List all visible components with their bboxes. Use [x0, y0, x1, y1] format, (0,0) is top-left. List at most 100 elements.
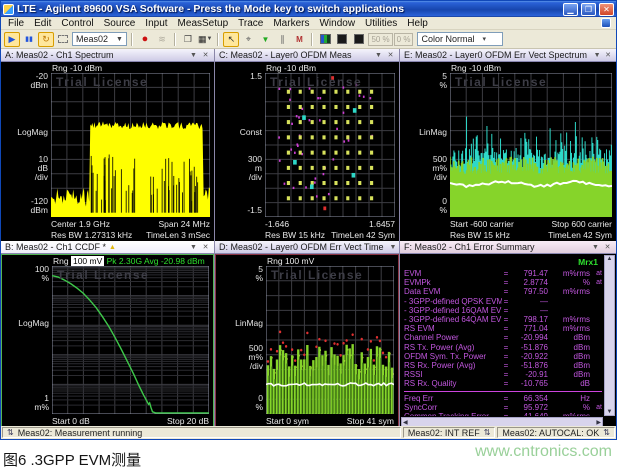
zoom-50-box: 50 % — [368, 33, 392, 46]
panel-menu-icon[interactable]: ▼ — [591, 244, 600, 251]
panel-e-plot[interactable]: Rng -10 dBm 5 % LinMag 500 m% /div 0 % T… — [400, 62, 616, 241]
menu-item-edit[interactable]: Edit — [29, 18, 56, 29]
palette-dark2-button[interactable] — [351, 32, 367, 47]
y-axis-scale-label: LinMag — [400, 128, 447, 137]
ccdf-trace-svg — [52, 266, 209, 414]
resbw-label: Res BW 1.27313 kHz — [51, 230, 132, 240]
plot-grid-area — [51, 73, 210, 217]
range-readout: Rng 100 mV Pk 2.30G Avg -20.98 dBm — [53, 256, 205, 266]
y-axis-bottom-label: 0 % — [400, 197, 447, 215]
panel-d-plot[interactable]: Rng 100 mV 5 % LinMag 500 m% /div 0 % Tr… — [215, 254, 399, 428]
minimize-button[interactable]: ▁ — [563, 3, 578, 16]
pointer-tool-button[interactable]: ↖ — [223, 32, 239, 47]
palette-dark-button[interactable] — [334, 32, 350, 47]
menu-item-trace[interactable]: Trace — [233, 18, 268, 29]
scroll-down-icon[interactable]: ▼ — [607, 409, 613, 415]
color-bars-button[interactable] — [317, 32, 333, 47]
summary-row: RS Rx. Power (Avg)=-51.876dBm — [404, 361, 602, 370]
summary-cell: m%rms — [548, 324, 590, 333]
band-markers-button[interactable]: ∥ — [274, 32, 290, 47]
panel-menu-icon[interactable]: ▼ — [189, 244, 198, 251]
layout-stack-button[interactable]: ❐ — [180, 32, 196, 47]
menu-item-utilities[interactable]: Utilities — [360, 18, 402, 29]
panel-menu-icon[interactable]: ▼ — [374, 52, 383, 59]
menu-item-input[interactable]: Input — [140, 18, 172, 29]
panel-close-icon[interactable]: ✕ — [604, 51, 612, 59]
summary-cell: 66.354 — [510, 394, 548, 403]
scroll-right-icon[interactable]: ▶ — [596, 419, 601, 426]
y-axis-top-label: -20 dBm — [1, 72, 48, 90]
menu-item-file[interactable]: File — [3, 18, 29, 29]
y-axis-div-label: 10 dB /div — [1, 155, 48, 182]
summary-cell: = — [502, 370, 510, 379]
spinner-icon[interactable]: ⇅ — [484, 428, 491, 437]
panel-d-titlebar[interactable]: D: Meas02 - Layer0 OFDM Err Vect Time ▼ … — [215, 241, 399, 254]
restore-button[interactable]: ❐ — [581, 3, 596, 16]
panel-close-icon[interactable]: ✕ — [201, 51, 210, 59]
status-running-segment: ⇅ Meas02: Measurement running — [2, 427, 401, 438]
marker-m-button[interactable]: M — [291, 32, 307, 47]
menu-items: FileEditControlSourceInputMeasSetupTrace… — [3, 18, 433, 29]
color-mode-select[interactable]: Color Normal ▾ — [417, 32, 503, 46]
summary-cell: = — [502, 324, 510, 333]
panel-e-titlebar[interactable]: E: Meas02 - Layer0 OFDM Err Vect Spectru… — [400, 49, 616, 62]
panel-a-title: A: Meas02 - Ch1 Spectrum — [5, 50, 114, 60]
summary-cell: -20.922 — [510, 352, 548, 361]
summary-cell: 95.972 — [510, 403, 548, 412]
help-icon[interactable] — [601, 18, 611, 28]
y-axis-top-label: 5 % — [216, 265, 263, 283]
menu-item-help[interactable]: Help — [402, 18, 433, 29]
summary-cell: dBm — [548, 370, 590, 379]
marker-drop-button[interactable]: ▼ — [257, 32, 273, 47]
panel-menu-icon[interactable]: ▼ — [189, 52, 198, 59]
rng-value-box: 100 mV — [71, 256, 104, 266]
summary-cell: EVMPk — [404, 278, 502, 287]
zoom-0-label: 0 % — [397, 35, 411, 44]
summary-cell: = — [502, 403, 510, 412]
panel-menu-icon[interactable]: ▼ — [390, 244, 397, 251]
restart-button[interactable]: ↻ — [38, 32, 54, 47]
record-button[interactable]: ● — [137, 32, 153, 47]
menu-item-control[interactable]: Control — [56, 18, 98, 29]
vertical-scrollbar[interactable]: ▲▼ — [604, 255, 615, 416]
error-summary-table: Mrx1 EVM=791.47m%rmsatEVMPk=2.8774%atDat… — [404, 255, 602, 416]
menu-item-window[interactable]: Window — [314, 18, 360, 29]
panel-a-titlebar[interactable]: A: Meas02 - Ch1 Spectrum ▼ ✕ — [1, 49, 214, 62]
color-mode-value: Color Normal — [421, 34, 474, 44]
panel-c-titlebar[interactable]: C: Meas02 - Layer0 OFDM Meas ▼ ✕ — [215, 49, 399, 62]
summary-cell: % — [548, 278, 590, 287]
panel-close-icon[interactable]: ✕ — [603, 243, 612, 251]
spinner-icon[interactable]: ⇅ — [7, 428, 14, 437]
scroll-left-icon[interactable]: ◀ — [403, 419, 408, 426]
spinner-icon[interactable]: ⇅ — [603, 428, 610, 437]
panel-a-plot[interactable]: Rng -10 dBm -20 dBm LogMag 10 dB /div -1… — [1, 62, 214, 241]
dark-palette-icon — [337, 34, 347, 44]
panel-menu-icon[interactable]: ▼ — [593, 52, 601, 59]
summary-cell — [590, 412, 602, 416]
menu-item-markers[interactable]: Markers — [268, 18, 314, 29]
menu-item-source[interactable]: Source — [99, 18, 141, 29]
status-autocal-segment: Meas02: AUTOCAL: OK ⇅ — [497, 427, 615, 438]
panel-b-plot[interactable]: Rng 100 mV Pk 2.30G Avg -20.98 dBm 100 %… — [1, 254, 214, 428]
panel-f-titlebar[interactable]: F: Meas02 - Ch1 Error Summary ▼ ✕ — [400, 241, 616, 254]
playback-icon: ≋ — [154, 32, 170, 47]
close-button[interactable]: ✕ — [599, 3, 614, 16]
layout-grid-button[interactable]: ▦▼ — [197, 32, 213, 47]
panel-c-plot[interactable]: Rng -10 dBm 1.5 Const 300 m /div -1.5 Tr… — [215, 62, 399, 241]
crosshair-tool-button[interactable]: ⌖ — [240, 32, 256, 47]
pause-button[interactable]: ▮▮ — [21, 32, 37, 47]
panel-f-plot[interactable]: Mrx1 EVM=791.47m%rmsatEVMPk=2.8774%atDat… — [400, 254, 616, 428]
summary-cell — [548, 306, 590, 315]
menu-item-meassetup[interactable]: MeasSetup — [173, 18, 234, 29]
x-axis-row1: Start -600 carrier Stop 600 carrier — [450, 219, 612, 229]
selection-tool-button[interactable] — [55, 32, 71, 47]
meas-select[interactable]: Meas02 ▼ — [72, 32, 127, 46]
panel-b-titlebar[interactable]: B: Meas02 - Ch1 CCDF * ▲ ▼ ✕ — [1, 241, 214, 254]
summary-row: RSSI=-20.91dBm — [404, 370, 602, 379]
x-right-label: 1.6457 — [369, 219, 395, 229]
scroll-up-icon[interactable]: ▲ — [607, 256, 613, 262]
panel-close-icon[interactable]: ✕ — [201, 243, 210, 251]
summary-cell: -20.994 — [510, 333, 548, 342]
play-button[interactable]: ▶ — [4, 32, 20, 47]
panel-close-icon[interactable]: ✕ — [386, 51, 395, 59]
